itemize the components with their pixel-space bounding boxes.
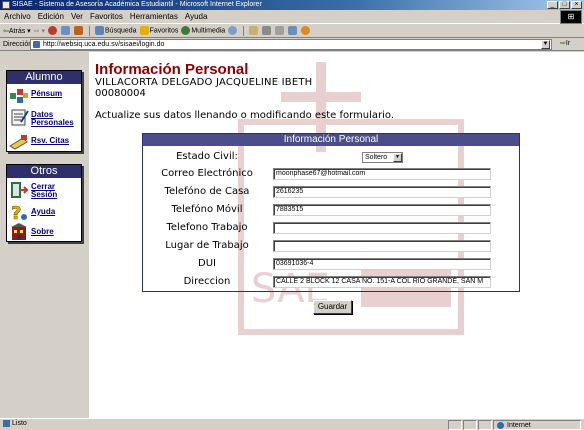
student-name: VILLACORTA DELGADO JACQUELINE IBETH	[95, 77, 313, 88]
favorites-button[interactable]: Favoritos	[139, 26, 178, 35]
sidebar-item-label: Ayuda	[31, 207, 56, 216]
favorites-icon	[139, 26, 149, 35]
sidebar-item-datos-personales[interactable]: Datos Personales	[9, 108, 75, 127]
address-bar: Dirección http://websiq.uca.edu.sv/sisae…	[0, 38, 584, 51]
otros-panel: Otros Cerrar Sesión ? Ayuda Sobre	[6, 164, 82, 242]
chevron-down-icon: ▼	[393, 153, 402, 162]
sidebar-item-ayuda[interactable]: ? Ayuda	[9, 203, 56, 225]
personal-info-form: Información Personal Estado Civil: Solte…	[142, 133, 520, 292]
about-building-icon	[9, 223, 29, 241]
home-phone-field[interactable]: 2616235	[273, 186, 491, 198]
personal-data-icon	[9, 108, 29, 126]
messenger-icon[interactable]	[301, 26, 311, 35]
sidebar-item-rsv-citas[interactable]: Rsv. Citas	[9, 132, 69, 150]
page-done-icon	[3, 420, 10, 427]
menu-herramientas[interactable]: Herramientas	[130, 12, 178, 21]
work-phone-label: Telefono Trabajo	[166, 222, 248, 233]
window-title: SISAE - Sistema de Asesoría Académica Es…	[12, 1, 262, 8]
sidebar-item-sobre[interactable]: Sobre	[9, 223, 54, 241]
logout-icon	[9, 180, 29, 198]
app-icon	[2, 1, 10, 9]
workplace-field[interactable]	[273, 240, 491, 252]
address-input[interactable]: http://websiq.uca.edu.sv/sisaei/login.do…	[30, 39, 552, 50]
close-button[interactable]: ×	[571, 1, 582, 9]
workplace-label: Lugar de Trabajo	[165, 240, 249, 251]
maximize-button[interactable]: □	[559, 1, 570, 9]
forward-button[interactable]: ⇨ ▾	[34, 27, 45, 35]
mail-icon[interactable]	[249, 26, 259, 35]
history-icon[interactable]	[228, 26, 238, 35]
mobile-phone-label: Telefóno Móvil	[171, 204, 243, 215]
menu-ayuda[interactable]: Ayuda	[185, 12, 208, 21]
status-text: Listo	[12, 420, 27, 427]
toolbar: ⇦Atrás ▾ ⇨ ▾ Búsqueda Favoritos Multimed…	[0, 24, 584, 38]
discuss-icon[interactable]	[288, 26, 298, 35]
address-dropdown-button[interactable]: ▼	[541, 40, 550, 49]
form-header: Información Personal	[143, 134, 519, 146]
menu-edicion[interactable]: Edición	[38, 12, 64, 21]
save-button[interactable]: Guardar	[313, 300, 352, 314]
search-button[interactable]: Búsqueda	[95, 26, 137, 35]
appointment-icon	[9, 132, 29, 150]
sidebar-item-label: Pénsum	[31, 89, 63, 98]
minimize-button[interactable]: _	[547, 1, 558, 9]
page-icon	[33, 41, 40, 48]
alumno-panel: Alumno Pénsum Datos Personales Rsv. Cita…	[6, 70, 82, 152]
menu-bar: Archivo Edición Ver Favoritos Herramient…	[0, 10, 584, 24]
email-field[interactable]: moonphase67@hotmail.com	[273, 168, 491, 180]
dui-field[interactable]: 03691036-4	[273, 258, 491, 270]
sidebar-item-pensum[interactable]: Pénsum	[9, 87, 62, 105]
home-icon[interactable]	[74, 26, 84, 35]
marital-status-select[interactable]: Soltero ▼	[362, 152, 403, 163]
marital-status-label: Estado Civil:	[176, 151, 238, 162]
multimedia-button[interactable]: Multimedia	[181, 26, 225, 35]
search-icon	[95, 26, 105, 35]
work-phone-field[interactable]	[273, 222, 491, 234]
sidebar-item-cerrar-sesion[interactable]: Cerrar Sesión	[9, 180, 71, 199]
menu-ver[interactable]: Ver	[71, 12, 83, 21]
main-content: SAE Información Personal VILLACORTA DELG…	[89, 52, 584, 418]
address-label-field: Direccion	[183, 276, 231, 287]
internet-globe-icon	[497, 421, 504, 429]
alumno-panel-title: Alumno	[7, 71, 81, 84]
refresh-icon[interactable]	[61, 26, 71, 35]
window-title-bar[interactable]: SISAE - Sistema de Asesoría Académica Es…	[0, 0, 584, 10]
home-phone-label: Telefóno de Casa	[164, 186, 250, 197]
email-label: Correo Electrónico	[161, 168, 253, 179]
address-url: http://websiq.uca.edu.sv/sisaei/login.do	[43, 41, 165, 48]
status-bar: Listo Internet	[0, 418, 584, 430]
multimedia-icon	[181, 26, 191, 35]
sidebar-item-label: Datos Personales	[31, 110, 74, 127]
address-label: Dirección	[3, 40, 33, 48]
mobile-phone-field[interactable]: 7883515	[273, 204, 491, 216]
help-question-icon: ?	[9, 203, 29, 224]
sidebar-item-label: Cerrar Sesión	[31, 182, 58, 199]
address-field[interactable]: CALLE 2 BLOCK 12 CASA NO. 151-A COL RIO …	[273, 276, 491, 288]
page-title: Información Personal	[95, 61, 249, 78]
windows-logo-icon: ⊞	[560, 10, 582, 24]
back-button[interactable]: ⇦Atrás ▾	[3, 27, 31, 35]
print-icon[interactable]	[262, 26, 272, 35]
stop-icon[interactable]	[48, 26, 58, 35]
form-instructions: Actualize sus datos llenando o modifican…	[95, 110, 395, 121]
edit-icon[interactable]	[275, 26, 285, 35]
sidebar-item-label: Rsv. Citas	[31, 136, 70, 145]
dui-label: DUI	[198, 258, 216, 269]
student-id: 00080004	[95, 88, 146, 99]
menu-favoritos[interactable]: Favoritos	[90, 12, 123, 21]
otros-panel-title: Otros	[7, 165, 81, 178]
pensum-icon	[9, 87, 29, 105]
svg-text:?: ?	[11, 203, 21, 221]
sidebar: Alumno Pénsum Datos Personales Rsv. Cita…	[0, 52, 89, 418]
sidebar-item-label: Sobre	[31, 227, 54, 236]
security-zone[interactable]: Internet	[493, 420, 581, 430]
go-button[interactable]: ⇨Ir	[560, 39, 570, 47]
menu-archivo[interactable]: Archivo	[4, 12, 31, 21]
